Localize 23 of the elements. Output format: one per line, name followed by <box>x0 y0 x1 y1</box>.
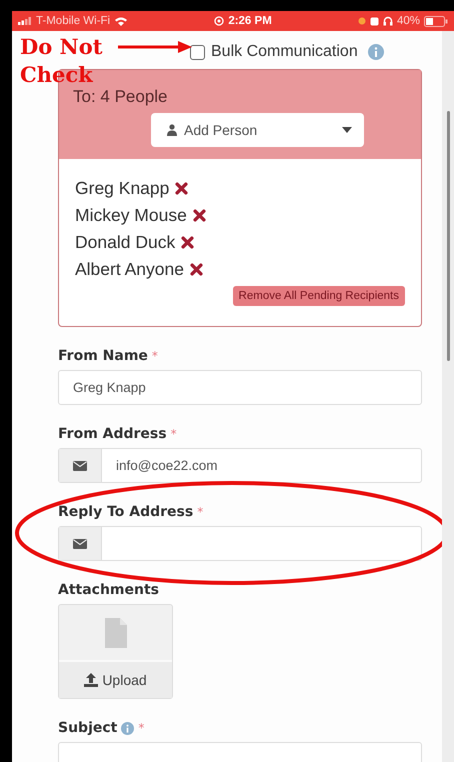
recipient-count: To: 4 People <box>73 87 169 107</box>
field-label: From Address <box>58 426 167 442</box>
clock-time: 2:26 PM <box>228 15 272 27</box>
field-label: Attachments <box>58 582 160 598</box>
required-mark: * <box>197 505 204 519</box>
input-field[interactable]: Greg Knapp <box>58 370 422 405</box>
battery-percent: 40% <box>396 15 420 27</box>
required-mark: * <box>138 721 144 735</box>
field-label: Subject <box>58 720 118 736</box>
recipient-name: Mickey Mouse <box>75 204 187 227</box>
input-field[interactable]: info@coe22.com <box>58 448 422 483</box>
field-label: From Name <box>58 348 148 364</box>
carrier-name: T-Mobile Wi-Fi <box>36 15 110 27</box>
recipient-name: Greg Knapp <box>75 177 170 200</box>
field-label: Reply To Address <box>58 504 194 520</box>
add-person-dropdown[interactable]: Add Person <box>151 113 364 147</box>
recipient-name: Albert Anyone <box>75 258 184 281</box>
remove-all-button[interactable]: Remove All Pending Recipients <box>232 286 405 306</box>
required-mark: * <box>152 349 158 363</box>
checkbox-label: Bulk Communication <box>211 43 358 61</box>
upload-button[interactable]: Upload <box>59 662 172 698</box>
required-mark: * <box>170 427 177 441</box>
recipient-name: Donald Duck <box>75 231 176 254</box>
